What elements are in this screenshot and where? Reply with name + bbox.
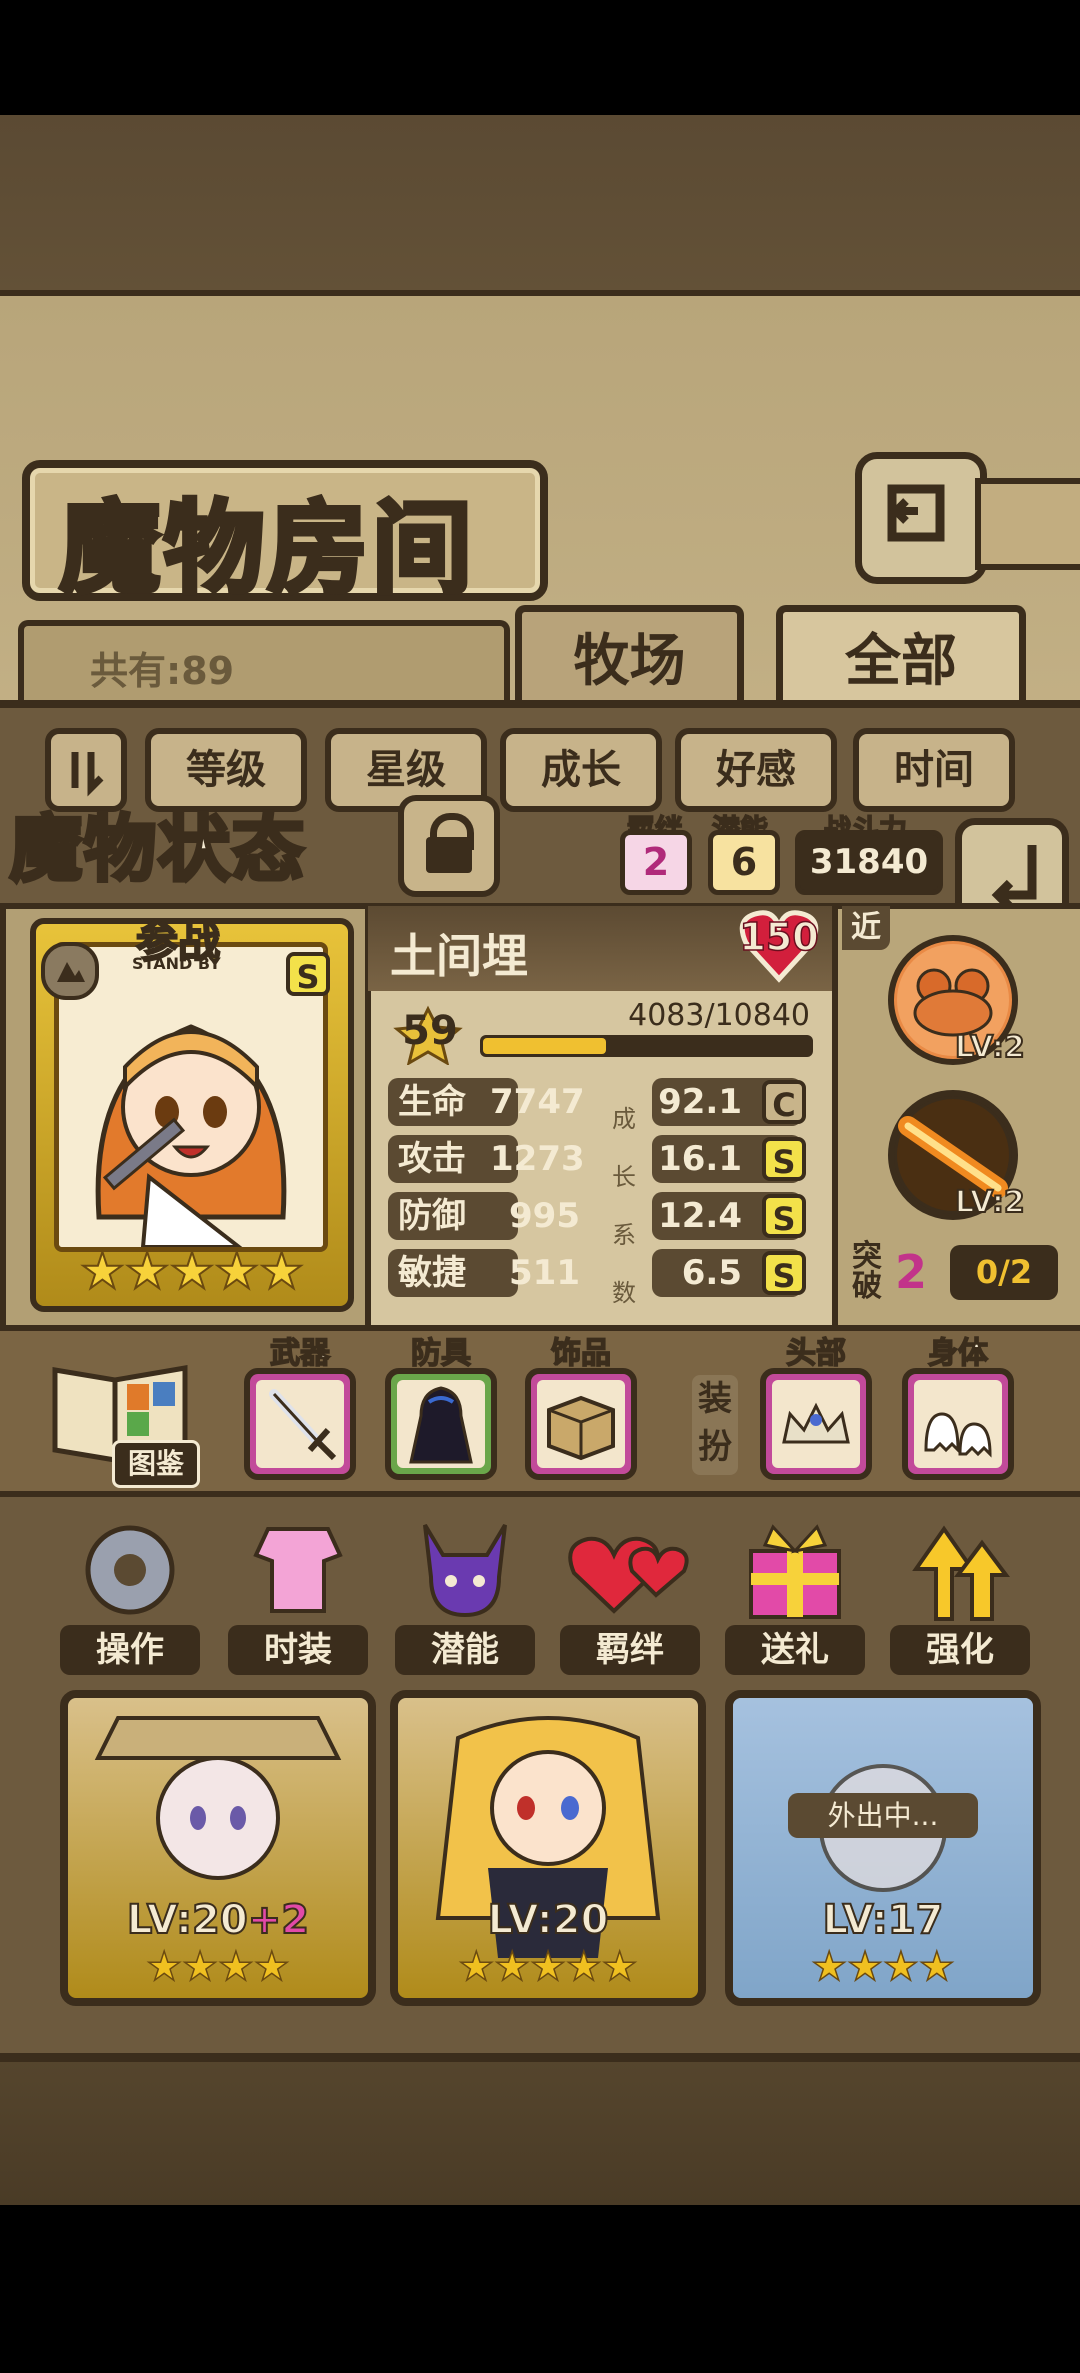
stat-agi-value: 511 [509,1253,580,1293]
grade-agi: S [762,1251,806,1295]
potential-action-label: 潜能 [395,1625,535,1675]
weapon-slot[interactable] [244,1368,356,1480]
total-count: 共有:89 [90,649,235,693]
roster-1-stars: ★★★★ [146,1943,291,1991]
monster-status-label: 魔物状态 [8,805,307,893]
gear-icon [85,1525,175,1615]
breakthrough-value: 2 [895,1245,928,1299]
bond-button[interactable]: 羁绊 [560,1515,700,1675]
element-icon [41,942,99,1000]
lock-icon-body [426,837,472,873]
accessory-slot-inner [537,1380,625,1468]
dress-icon [253,1527,343,1613]
sword-icon [269,1389,337,1461]
monster-grade: S [286,952,330,996]
body-slot[interactable] [902,1368,1014,1480]
head-slot-inner [772,1380,860,1468]
monster-level: 59 [402,1008,458,1054]
roster-2-stars: ★★★★★ [458,1943,639,1991]
gift-icon [749,1524,841,1619]
head-slot[interactable] [760,1368,872,1480]
growth-char-1: 成 [612,1105,636,1133]
accessory-label: 饰品 [550,1335,612,1372]
upgrade-arrows-icon [912,1525,1010,1621]
monster-portrait-art [59,947,323,1247]
growth-char-3: 系 [612,1221,636,1249]
power-value: 31840 [795,830,943,895]
chest-icon [547,1395,615,1461]
armor-slot-inner [397,1380,485,1468]
breakthrough-char-2: 破 [852,1269,882,1304]
breakthrough-progress: 0/2 [950,1245,1058,1300]
hearts-icon [568,1536,689,1614]
weapon-label: 武器 [269,1335,331,1372]
head-label: 头部 [785,1335,847,1372]
growth-char-4: 数 [612,1279,636,1307]
grade-def: S [762,1194,806,1238]
stat-atk-value: 1273 [490,1139,585,1179]
grade-atk: S [762,1137,806,1181]
tiara-icon [782,1402,850,1444]
sort-time-button[interactable]: 时间 [853,728,1015,812]
roster-3-status: 外出中... [788,1793,978,1838]
growth-char-2: 长 [612,1163,636,1191]
accessory-slot[interactable] [525,1368,637,1480]
lock-button[interactable] [398,795,500,897]
breakthrough-char-1: 突 [852,1239,882,1274]
enhance-button[interactable]: 强化 [890,1515,1030,1675]
breakthrough-label: 突 破 [852,1242,882,1302]
potential-button[interactable]: 潜能 [395,1515,535,1675]
exp-bar-fill [483,1038,607,1054]
roster-card-3[interactable]: 外出中... LV:17 ★★★★ [725,1690,1041,2006]
exp-text: 4083/10840 [628,998,810,1033]
body-slot-inner [914,1380,1002,1468]
stat-hp-value: 7747 [490,1082,585,1122]
bond-action-label: 羁绊 [560,1625,700,1675]
operate-button[interactable]: 操作 [60,1515,200,1675]
codex-label: 图鉴 [112,1440,200,1488]
dress-char-2: 扮 [698,1427,732,1467]
roster-card-2[interactable]: LV:20 ★★★★★ [390,1690,706,2006]
exp-bar [480,1035,813,1057]
operate-label: 操作 [60,1625,200,1675]
enhance-label: 强化 [890,1625,1030,1675]
monster-name: 土间埋 [390,929,528,983]
roster-card-1[interactable]: LV:20+2 ★★★★ [60,1690,376,2006]
ghost-icon [924,1412,992,1458]
armor-slot[interactable] [385,1368,497,1480]
roster-2-level: LV:20 [487,1896,610,1944]
roster-3-level: LV:17 [822,1896,945,1944]
demon-icon [423,1523,507,1618]
stat-def-value: 995 [509,1196,580,1236]
fashion-label: 时装 [228,1625,368,1675]
cloak-icon [409,1386,473,1464]
armor-label: 防具 [410,1335,472,1372]
sort-affection-button[interactable]: 好感 [675,728,837,812]
back-arrow-icon [887,484,945,542]
dress-char-1: 装 [698,1379,732,1419]
heart-value: 150 [739,914,820,960]
roster-1-level: LV:20+2 [126,1896,310,1944]
back-button[interactable] [855,452,987,584]
monster-card[interactable]: 参战 STAND BY S ★★★★★ [30,917,354,1312]
growth-vertical-label: 成 长 系 数 [612,1090,636,1322]
grade-hp: C [762,1080,806,1124]
sort-growth-button[interactable]: 成长 [500,728,662,812]
range-tag: 近 [842,906,890,950]
monster-stars: ★★★★★ [79,1241,305,1301]
potential-value: 6 [708,830,780,895]
bond-value: 2 [620,830,692,895]
body-label: 身体 [927,1335,989,1372]
skill-2-level: LV:2 [954,1184,1026,1221]
dress-up-label: 装 扮 [692,1375,738,1475]
skill-1-level: LV:2 [954,1029,1026,1066]
page-title: 魔物房间 [58,488,476,610]
roster-3-stars: ★★★★ [811,1943,956,1991]
gift-button[interactable]: 送礼 [725,1515,865,1675]
gift-label: 送礼 [725,1625,865,1675]
standby-subtitle: STAND BY [132,954,221,973]
weapon-slot-inner [256,1380,344,1468]
fashion-button[interactable]: 时装 [228,1515,368,1675]
back-strip [975,478,1080,570]
